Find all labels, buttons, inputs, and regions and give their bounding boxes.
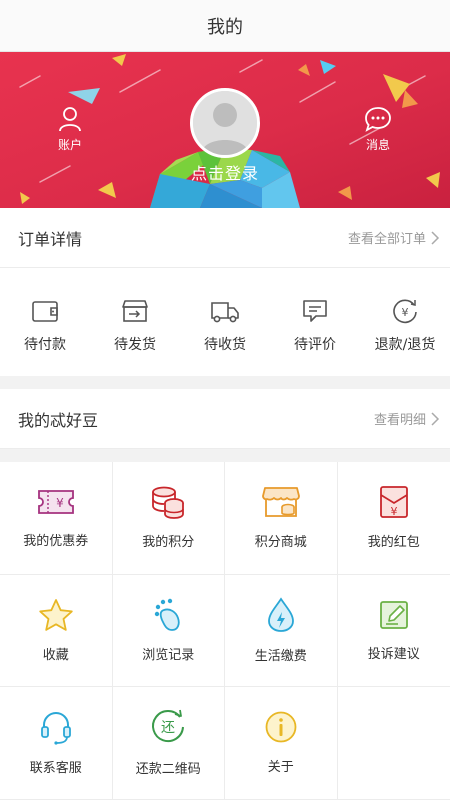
edit-icon (379, 600, 408, 629)
view-beans-detail-link[interactable]: 查看明细 (374, 409, 440, 428)
info-icon (265, 712, 297, 743)
chevron-right-icon (431, 230, 440, 245)
grid-item-label: 生活缴费 (254, 648, 307, 664)
coupon-icon: ¥ (37, 490, 74, 515)
grid-item-label: 浏览记录 (142, 647, 195, 663)
grid-item-history[interactable]: 浏览记录 (112, 574, 225, 688)
grid-item-label: 积分商城 (254, 535, 307, 551)
account-button[interactable]: 账户 (40, 106, 100, 153)
beans-header[interactable]: 我的忒好豆 查看明细 (0, 389, 450, 449)
order-pending-receipt[interactable]: 待收货 (180, 268, 270, 376)
order-item-label: 待收货 (204, 337, 246, 353)
headset-icon (40, 712, 71, 746)
order-status-row: 待付款 待发货 待收货 待评价 ¥ 退款/退货 (0, 268, 450, 376)
package-ship-icon (122, 300, 148, 322)
messages-button[interactable]: 消息 (348, 106, 408, 153)
page-title: 我的 (207, 16, 243, 38)
view-all-orders-link[interactable]: 查看全部订单 (348, 228, 440, 247)
grid-item-label: 收藏 (42, 647, 69, 663)
svg-text:¥: ¥ (390, 505, 397, 518)
grid-item-label: 关于 (267, 760, 294, 776)
message-bubble-icon (365, 107, 391, 132)
feature-grid: ¥ 我的优惠券 我的积分 积分商城 ¥ 我的红包 收藏 浏览记录 生活缴费 投诉… (0, 462, 450, 800)
beans-title: 我的忒好豆 (18, 410, 99, 430)
grid-item-label: 我的红包 (367, 535, 420, 551)
grid-item-utility-payment[interactable]: 生活缴费 (225, 574, 338, 688)
red-envelope-icon: ¥ (379, 486, 408, 518)
avatar[interactable] (190, 88, 260, 158)
order-item-label: 待发货 (114, 337, 156, 353)
grid-item-label: 联系客服 (29, 761, 82, 777)
grid-item-label: 还款二维码 (135, 762, 201, 778)
login-link[interactable]: 点击登录 (150, 160, 300, 184)
default-avatar-icon (193, 91, 257, 155)
refund-icon: ¥ (393, 299, 417, 324)
grid-empty-cell (337, 687, 450, 800)
grid-item-points[interactable]: 我的积分 (112, 462, 225, 575)
chevron-right-icon (431, 411, 440, 426)
grid-item-about[interactable]: 关于 (225, 687, 338, 800)
grid-item-feedback[interactable]: 投诉建议 (337, 575, 450, 688)
water-drop-icon (267, 597, 294, 632)
repay-icon: 还 (152, 710, 185, 743)
view-detail-label: 查看明细 (373, 413, 426, 428)
order-pending-payment[interactable]: 待付款 (0, 268, 90, 376)
comment-icon (303, 300, 327, 322)
star-icon (39, 598, 73, 631)
points-coins-icon (152, 486, 185, 520)
account-label: 账户 (57, 138, 82, 152)
grid-item-customer-service[interactable]: 联系客服 (0, 687, 113, 800)
svg-text:¥: ¥ (56, 496, 64, 510)
truck-icon (211, 302, 239, 323)
order-item-label: 待评价 (294, 337, 336, 353)
svg-text:¥: ¥ (402, 306, 409, 319)
order-item-label: 退款/退货 (374, 337, 436, 353)
grid-item-favorites[interactable]: 收藏 (0, 574, 113, 688)
grid-item-label: 我的积分 (142, 535, 195, 551)
orders-header[interactable]: 订单详情 查看全部订单 (0, 208, 450, 268)
order-pending-shipment[interactable]: 待发货 (90, 268, 180, 376)
user-icon (59, 107, 81, 132)
grid-item-label: 投诉建议 (367, 646, 420, 662)
svg-text:还: 还 (161, 720, 175, 736)
order-pending-review[interactable]: 待评价 (270, 268, 360, 376)
footprint-icon (155, 598, 180, 631)
order-refund-return[interactable]: ¥ 退款/退货 (360, 268, 450, 376)
grid-item-red-envelope[interactable]: ¥ 我的红包 (337, 462, 450, 575)
messages-label: 消息 (365, 138, 390, 152)
order-item-label: 待付款 (24, 337, 66, 353)
points-store-icon (261, 487, 300, 518)
grid-item-repay-qrcode[interactable]: 还 还款二维码 (112, 687, 225, 800)
grid-item-coupons[interactable]: ¥ 我的优惠券 (0, 462, 113, 575)
view-all-orders-label: 查看全部订单 (347, 232, 426, 247)
top-bar: 我的 (0, 0, 450, 52)
orders-title: 订单详情 (18, 229, 83, 249)
wallet-icon (32, 301, 58, 322)
grid-item-points-store[interactable]: 积分商城 (225, 462, 338, 575)
grid-item-label: 我的优惠券 (23, 534, 89, 550)
profile-banner: 账户 消息 点击登录 (0, 52, 450, 208)
